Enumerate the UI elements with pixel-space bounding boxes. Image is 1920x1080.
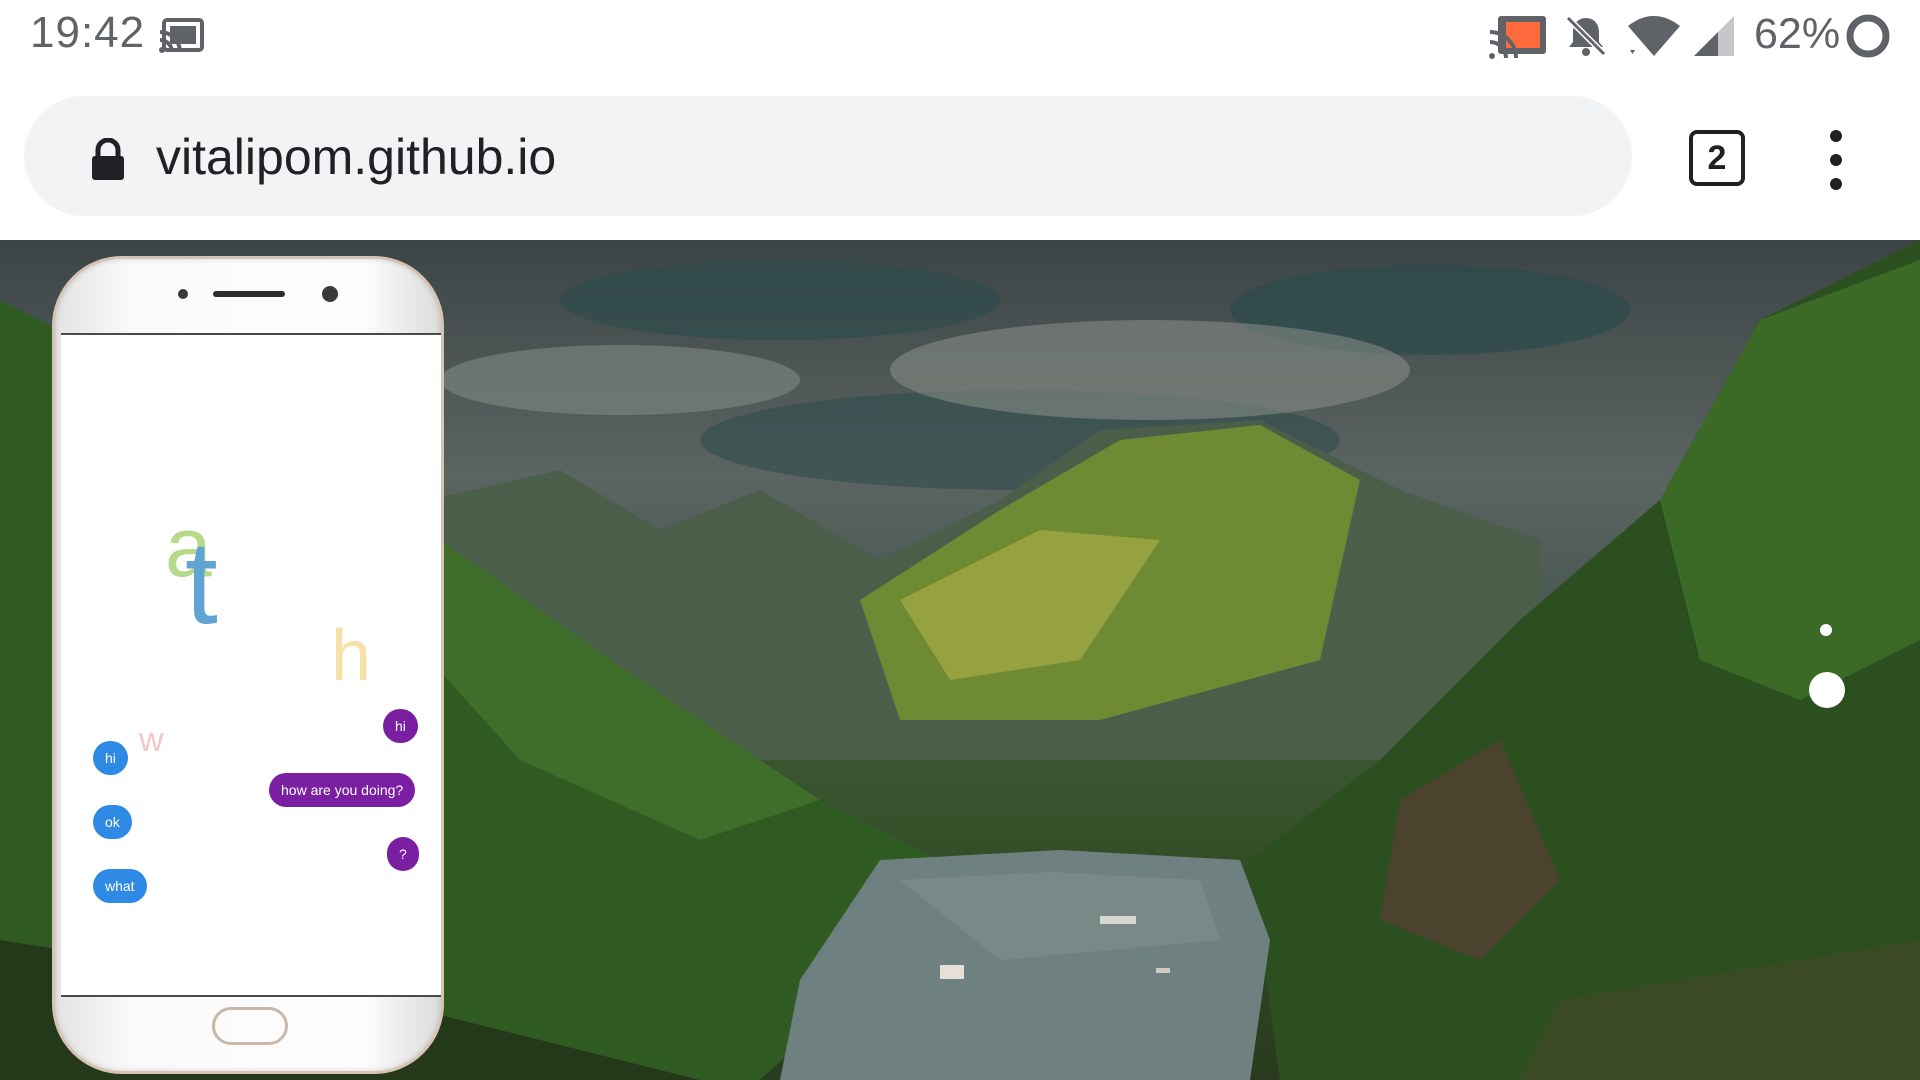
battery-icon [1846, 14, 1890, 58]
phone-sensor [178, 289, 188, 299]
phone-speaker [213, 291, 285, 297]
cast-icon [159, 18, 204, 53]
battery-percent: 62% [1754, 10, 1841, 58]
carousel-indicator-dot[interactable] [1820, 624, 1832, 636]
phone-camera [322, 286, 338, 302]
chat-bubble-received: hi [93, 741, 128, 775]
phone-mockup: a t h w hi hi how are you doing? ok ? wh… [52, 256, 444, 1074]
address-bar[interactable]: vitalipom.github.io [24, 96, 1632, 216]
floating-letter: t [185, 517, 218, 649]
more-vert-icon[interactable] [1826, 130, 1846, 190]
browser-toolbar: vitalipom.github.io 2 [0, 72, 1920, 240]
carousel-indicator-dot-active[interactable] [1809, 672, 1845, 708]
status-bar: 19:42 62% [0, 0, 1920, 72]
phone-screen: a t h w hi hi how are you doing? ok ? wh… [61, 333, 441, 997]
signal-icon [1694, 16, 1734, 56]
floating-letter: w [139, 721, 164, 759]
chat-bubble-received: what [93, 869, 147, 903]
chat-bubble-sent: how are you doing? [269, 773, 416, 807]
chat-bubble-sent: hi [383, 709, 418, 743]
screen-cast-icon [1489, 16, 1546, 59]
chat-bubble-sent: ? [387, 837, 419, 871]
lock-icon [92, 138, 124, 180]
url-text[interactable]: vitalipom.github.io [156, 128, 556, 186]
chat-bubble-received: ok [93, 805, 132, 839]
status-time: 19:42 [30, 8, 146, 57]
phone-home-button [212, 1007, 288, 1045]
notifications-off-icon [1565, 15, 1607, 57]
tab-switcher-button[interactable]: 2 [1689, 130, 1745, 186]
floating-letter: h [331, 616, 372, 696]
wifi-icon [1628, 16, 1680, 56]
